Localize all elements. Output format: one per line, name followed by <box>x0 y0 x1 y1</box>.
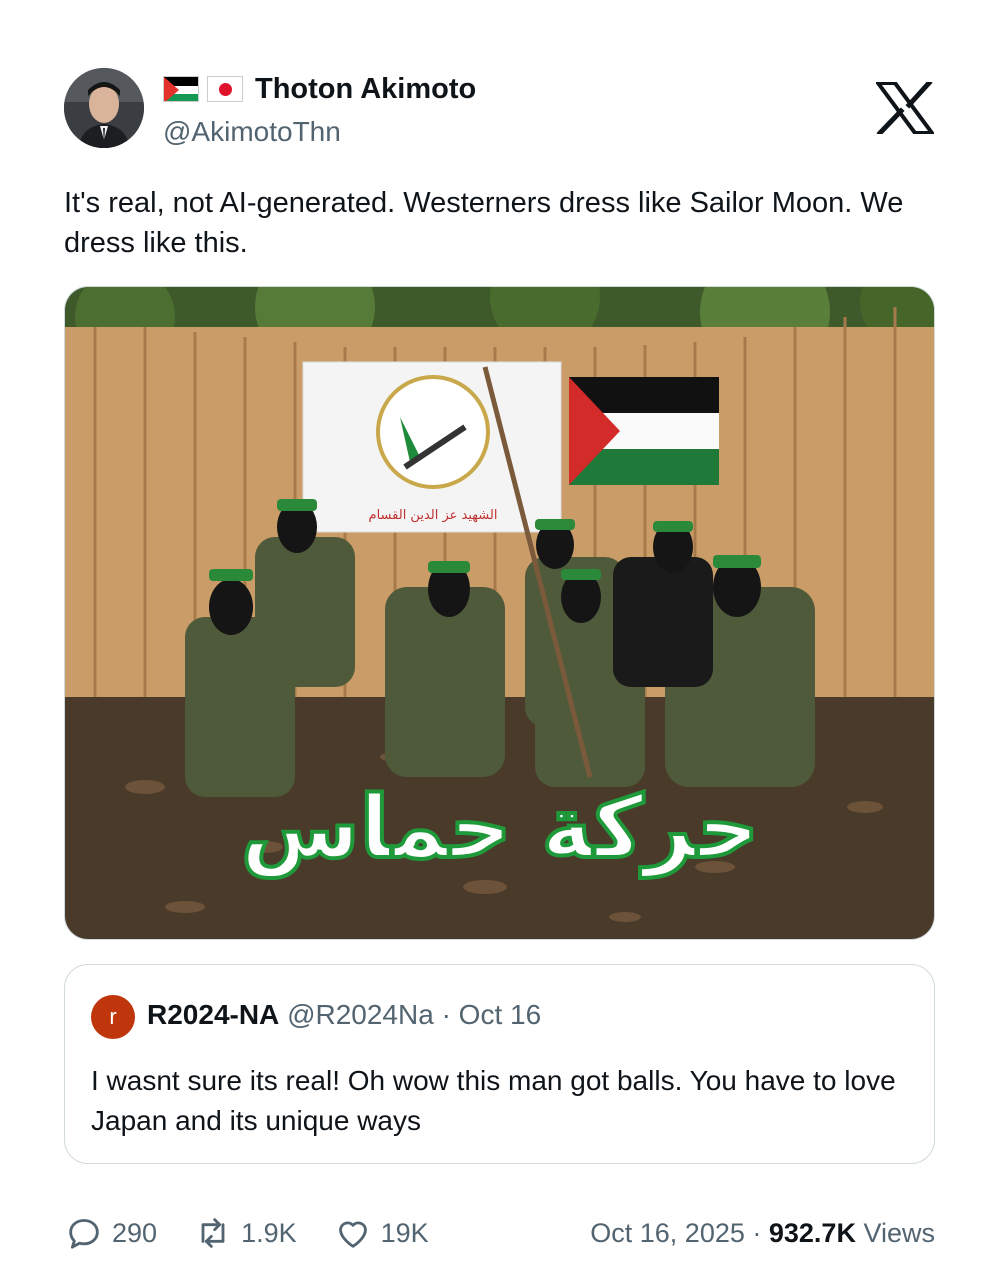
quoted-tweet-text: I wasnt sure its real! Oh wow this man g… <box>91 1065 896 1136</box>
tweet-action-bar: 290 1.9K 19K Oct 16, 2025 · 932.7K Views <box>64 1208 935 1258</box>
like-count: 19K <box>380 1217 429 1248</box>
reply-icon <box>69 1219 99 1249</box>
media-illustration: الشهيد عز الدين القسام حركة حماس <box>65 287 934 939</box>
quoted-author-name[interactable]: R2024-NA <box>147 999 279 1030</box>
quoted-tweet-header: R2024-NA @R2024Na · Oct 16 <box>147 999 541 1031</box>
reply-count: 290 <box>112 1217 158 1248</box>
views-label: Views <box>855 1217 935 1248</box>
quoted-author-meta: @R2024Na · Oct 16 <box>287 999 542 1030</box>
quoted-tweet[interactable]: r R2024-NA @R2024Na · Oct 16 I wasnt sur… <box>64 964 935 1164</box>
author-handle[interactable]: @AkimotoThn <box>163 116 341 148</box>
avatar-photo <box>64 68 144 148</box>
repost-count: 1.9K <box>241 1217 297 1248</box>
tweet-media-image[interactable]: الشهيد عز الدين القسام حركة حماس <box>64 286 935 940</box>
repost-button[interactable]: 1.9K <box>193 1213 297 1253</box>
heart-icon <box>338 1221 367 1248</box>
reply-button[interactable]: 290 <box>64 1213 157 1253</box>
media-overlay-text: حركة حماس <box>241 778 759 878</box>
author-name-row: Thoton Akimoto <box>163 72 476 106</box>
views-count: 932.7K <box>768 1217 856 1248</box>
palestine-flag-icon <box>163 76 199 102</box>
author-display-name[interactable]: Thoton Akimoto <box>255 73 476 106</box>
repost-icon <box>201 1218 225 1248</box>
quoted-author-avatar[interactable]: r <box>91 995 135 1039</box>
japan-flag-icon <box>207 76 243 102</box>
tweet-text: It's real, not AI-generated. Westerners … <box>64 187 904 259</box>
author-avatar[interactable] <box>64 68 144 148</box>
x-logo-icon[interactable] <box>874 79 936 137</box>
tweet-date[interactable]: Oct 16, 2025 · <box>590 1218 769 1248</box>
like-button[interactable]: 19K <box>333 1213 429 1253</box>
banner-text: الشهيد عز الدين القسام <box>369 508 498 523</box>
tweet-footer-meta: Oct 16, 2025 · 932.7K Views <box>590 1218 935 1249</box>
